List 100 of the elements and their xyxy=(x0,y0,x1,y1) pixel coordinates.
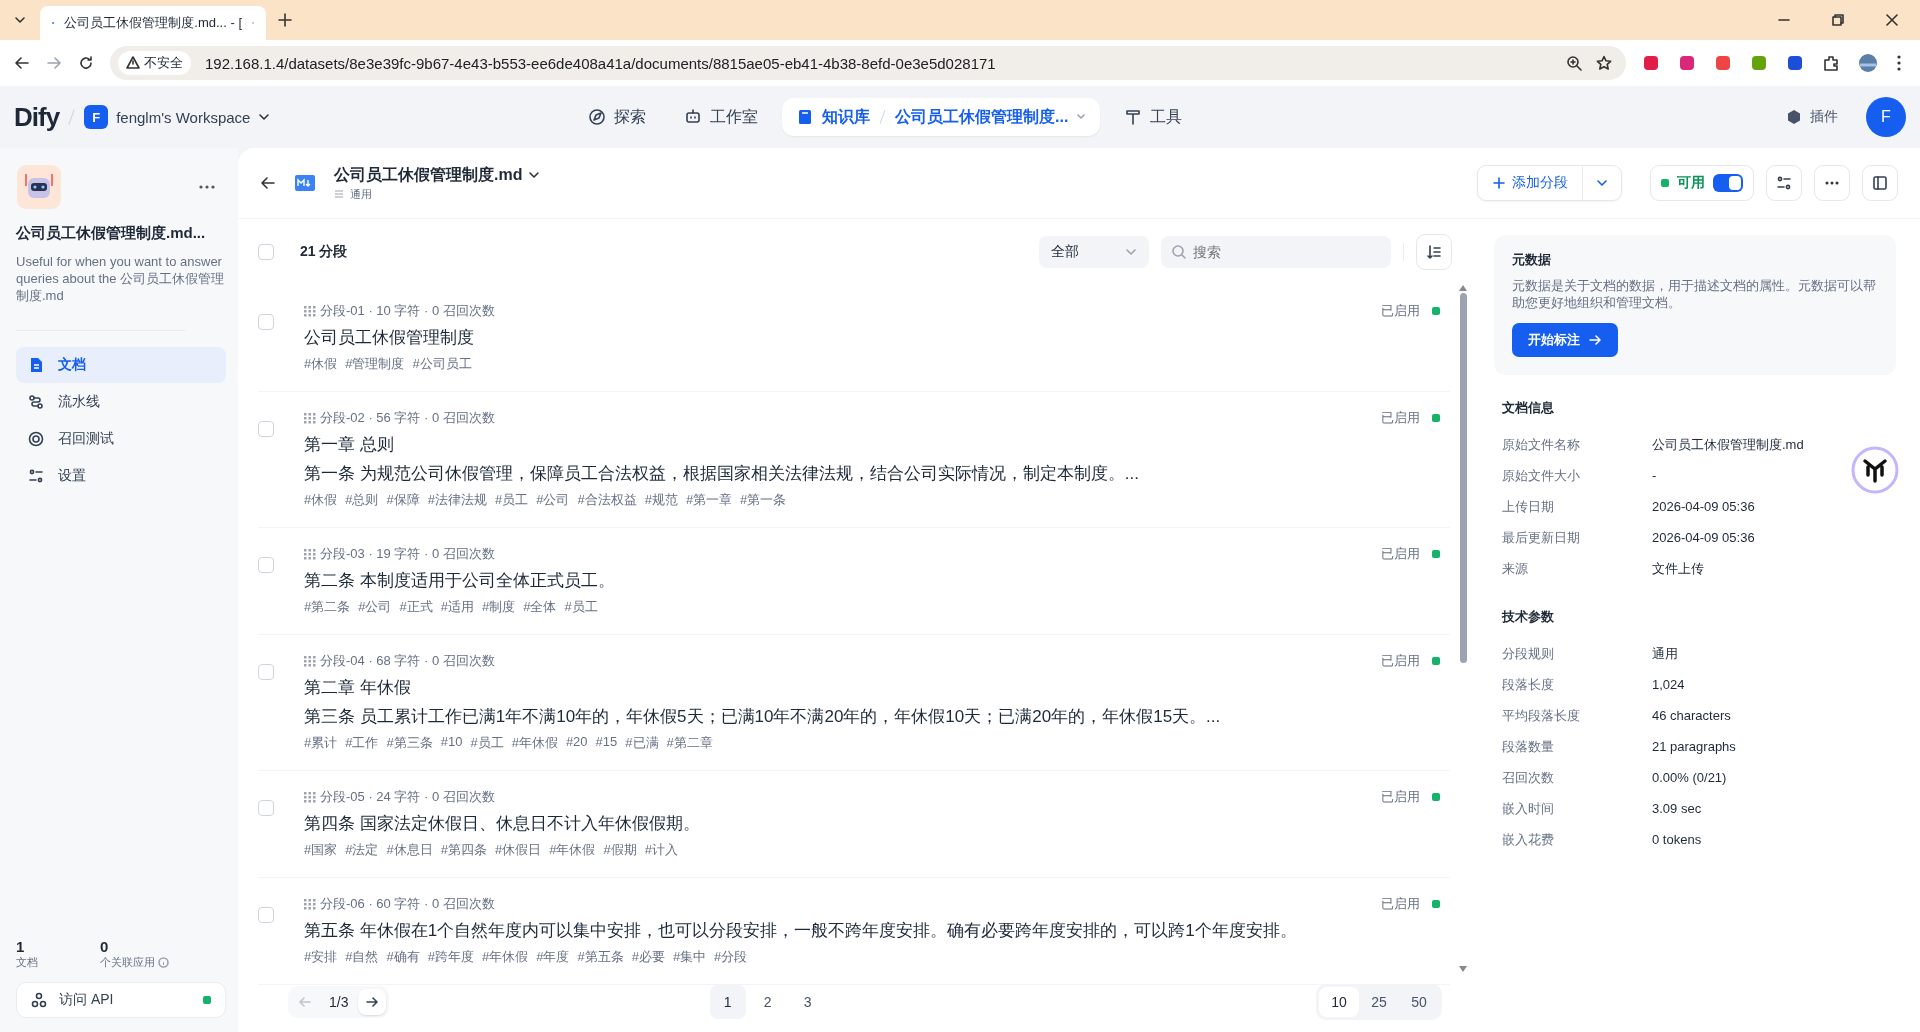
user-avatar[interactable]: F xyxy=(1866,97,1906,137)
profile-icon[interactable] xyxy=(1858,53,1878,73)
keyword-tag: #年休假 xyxy=(511,734,558,752)
checkbox[interactable] xyxy=(258,664,274,680)
checkbox[interactable] xyxy=(258,557,274,573)
extension-icon[interactable] xyxy=(1714,54,1732,72)
keyword-tag: #休息日 xyxy=(386,841,433,859)
checkbox[interactable] xyxy=(258,314,274,330)
page-number[interactable]: 1 xyxy=(709,985,746,1019)
checkbox[interactable] xyxy=(258,800,274,816)
segment-meta: 分段-01 · 10 字符 · 0 召回次数 xyxy=(320,302,495,320)
page-number[interactable]: 3 xyxy=(789,985,826,1019)
info-value: 2026-04-09 05:36 xyxy=(1652,530,1755,545)
info-value: 21 paragraphs xyxy=(1652,739,1736,754)
info-value: 46 characters xyxy=(1652,708,1731,723)
nav-tab[interactable]: 工具 xyxy=(1110,98,1197,136)
restore-icon[interactable] xyxy=(1832,14,1844,26)
back-icon[interactable] xyxy=(14,55,30,71)
scroll-up-icon[interactable] xyxy=(1459,285,1467,291)
keyword-tag: #公司 xyxy=(358,598,392,616)
info-label: 原始文件名称 xyxy=(1502,435,1581,454)
compass-icon xyxy=(588,108,606,126)
more-icon[interactable] xyxy=(198,184,216,190)
new-tab-icon[interactable] xyxy=(278,13,292,27)
extension-icon[interactable] xyxy=(1642,54,1660,72)
start-annotation-button[interactable]: 开始标注 xyxy=(1512,323,1618,357)
cube-icon xyxy=(1786,109,1802,125)
assistant-badge-icon[interactable] xyxy=(1850,445,1900,495)
availability-label: 可用 xyxy=(1677,174,1705,192)
info-label: 召回次数 xyxy=(1502,768,1555,787)
segment-text[interactable]: 公司员工休假管理制度 xyxy=(304,326,1440,349)
checkbox[interactable] xyxy=(258,244,274,260)
puzzle-icon[interactable] xyxy=(1822,54,1840,72)
segment-text[interactable]: 第一条 为规范公司休假管理，保障员工合法权益，根据国家相关法律法规，结合公司实际情况，制定本制度。... xyxy=(304,462,1440,485)
keyword-tag: #第二章 xyxy=(666,734,713,752)
chevron-down-icon[interactable] xyxy=(528,169,541,181)
bookmark-star-icon[interactable] xyxy=(1596,55,1612,71)
dataset-breadcrumb[interactable]: 公司员工休假管理制度... xyxy=(895,106,1069,128)
scroll-down-icon[interactable] xyxy=(1459,966,1467,972)
dify-logo[interactable]: Dify xyxy=(14,101,60,133)
keyword-tag: #集中 xyxy=(672,948,707,966)
segment-text[interactable]: 第三条 员工累计工作已满1年不满10年的，年休假5天；已满10年不满20年的，年休假10天；已满20年的，年休假15天。... xyxy=(304,705,1440,728)
panel-toggle-button[interactable] xyxy=(1862,165,1898,201)
nav-tab[interactable]: 探索 xyxy=(574,98,660,136)
zoom-icon[interactable] xyxy=(1566,55,1582,71)
keyword-tag: #保障 xyxy=(386,491,420,509)
scrollbar-thumb[interactable] xyxy=(1459,293,1467,663)
keyword-tag: #第四条 xyxy=(440,841,487,859)
document-title: 公司员工休假管理制度.md xyxy=(334,164,523,185)
browser-tab[interactable]: 公司员工休假管理制度.md... - [ xyxy=(40,6,266,40)
keyword-tag: #法定 xyxy=(345,841,379,859)
address-bar[interactable]: 不安全 192.168.1.4/datasets/8e3e39fc-9b67-4e43-b553-ee6de408a41a/documents/8815ae05-eb41-4b38-8efd-0e3e5d028171 xyxy=(110,46,1626,80)
extension-icon[interactable] xyxy=(1786,54,1804,72)
next-page-button[interactable] xyxy=(358,989,387,1015)
sidebar-item[interactable]: 召回测试 xyxy=(16,421,226,457)
checkbox[interactable] xyxy=(258,421,274,437)
info-label: 嵌入时间 xyxy=(1502,799,1555,818)
info-label: 平均段落长度 xyxy=(1502,706,1581,725)
grid-dots-icon xyxy=(304,305,316,317)
segment-text[interactable]: 第二条 本制度适用于公司全体正式员工。 xyxy=(304,569,1440,592)
page-size-option[interactable]: 50 xyxy=(1399,987,1439,1017)
page-number[interactable]: 2 xyxy=(749,985,786,1019)
keyword-tag: #总则 xyxy=(345,491,379,509)
checkbox[interactable] xyxy=(258,907,274,923)
extension-icon[interactable] xyxy=(1678,54,1696,72)
availability-toggle[interactable] xyxy=(1713,174,1743,192)
sidebar-item[interactable]: 文档 xyxy=(16,347,226,383)
page-indicator: 1/3 xyxy=(329,994,349,1010)
keyword-tag: #必要 xyxy=(631,948,665,966)
more-icon[interactable] xyxy=(1896,54,1902,72)
info-value: 1,024 xyxy=(1652,677,1685,692)
sidebar-item[interactable]: 流水线 xyxy=(16,384,226,420)
settings-button[interactable] xyxy=(1766,165,1802,201)
info-label: 最后更新日期 xyxy=(1502,528,1581,547)
page-size-option[interactable]: 10 xyxy=(1319,987,1359,1017)
reload-icon[interactable] xyxy=(78,55,94,71)
sliders-icon xyxy=(28,468,44,484)
sidebar-item[interactable]: 设置 xyxy=(16,458,226,494)
info-value: 3.09 sec xyxy=(1652,801,1702,816)
keyword-tag: #全体 xyxy=(523,598,557,616)
stat-value: 0 xyxy=(100,938,110,955)
info-value: 0 tokens xyxy=(1652,832,1702,847)
segment-text[interactable]: 第四条 国家法定休假日、休息日不计入年休假假期。 xyxy=(304,812,1440,835)
nav-tab[interactable]: 知识库 公司员工休假管理制度... xyxy=(782,98,1101,136)
keyword-tag: #公司 xyxy=(536,491,570,509)
segment-text[interactable]: 第二章 年休假 xyxy=(304,676,1440,699)
sort-button[interactable] xyxy=(1416,234,1452,270)
segment-text[interactable]: 第一章 总则 xyxy=(304,433,1440,456)
keyword-tag: #年休假 xyxy=(481,948,529,966)
plugins-button[interactable]: 插件 xyxy=(1786,108,1838,126)
nav-tab[interactable]: 工作室 xyxy=(670,98,772,136)
back-arrow-icon[interactable] xyxy=(260,175,276,191)
page-size-option[interactable]: 25 xyxy=(1359,987,1399,1017)
extension-icon[interactable] xyxy=(1750,54,1768,72)
status-filter-dropdown[interactable]: 全部 xyxy=(1039,236,1149,268)
api-access-button[interactable]: 访问 API xyxy=(16,982,226,1018)
info-value: 文件上传 xyxy=(1652,559,1704,578)
search-field[interactable]: 搜索 xyxy=(1161,236,1391,268)
workspace-switcher[interactable]: F fenglm's Workspace xyxy=(84,105,271,129)
segment-text[interactable]: 第五条 年休假在1个自然年度内可以集中安排，也可以分段安排，一般不跨年度安排。确有必要跨年度安排的，可以跨1个年度安排。 xyxy=(304,919,1440,942)
